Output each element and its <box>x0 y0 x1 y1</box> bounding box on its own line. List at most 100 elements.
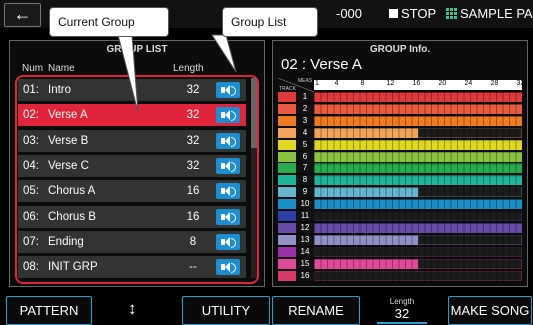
stop-status: STOP <box>389 6 436 21</box>
measure-tick: 4 <box>334 80 339 87</box>
grid-pad-icon <box>446 8 457 19</box>
track-number[interactable]: 8 <box>296 175 314 186</box>
current-group-name: 02 : Verse A <box>281 56 362 73</box>
group-list-highlight <box>15 75 259 284</box>
pattern-button[interactable]: PATTERN <box>6 296 92 325</box>
group-info-panel: GROUP Info. 02 : Verse A MEAS TRACK 1481… <box>272 40 528 287</box>
group-list-title: GROUP LIST <box>106 44 168 55</box>
track-color-swatch <box>278 246 296 257</box>
track-color-swatch <box>278 92 296 102</box>
track-number[interactable]: 12 <box>296 222 314 233</box>
length-value: 32 <box>394 306 410 321</box>
track-pattern-fill <box>314 222 522 233</box>
make-song-button[interactable]: MAKE SONG <box>448 296 532 325</box>
track-color-swatch <box>278 270 296 281</box>
track-row[interactable] <box>314 92 522 102</box>
track-number[interactable]: 6 <box>296 151 314 162</box>
measure-tick: 28 <box>490 80 499 87</box>
rename-button[interactable]: RENAME <box>272 296 360 325</box>
track-row[interactable] <box>314 222 522 233</box>
track-color-swatch <box>278 115 296 126</box>
track-color-swatch <box>278 139 296 150</box>
track-row[interactable] <box>314 139 522 150</box>
track-pattern-fill <box>314 175 522 186</box>
meas-label: MEAS <box>298 78 313 84</box>
track-pattern-empty <box>418 258 522 269</box>
sample-pad-status[interactable]: SAMPLE PAD <box>446 6 533 21</box>
col-num-header: Num <box>22 63 44 74</box>
length-control[interactable]: Length 32 <box>363 296 441 325</box>
stop-square-icon <box>389 9 398 18</box>
measure-ruler: 1 4 8 12 16 20 24 28 32 <box>314 80 525 90</box>
track-row[interactable] <box>314 187 522 198</box>
sample-pad-label: SAMPLE PAD <box>460 6 533 21</box>
track-pattern-fill <box>314 187 418 198</box>
track-pattern-empty <box>418 187 522 198</box>
track-row[interactable] <box>314 211 522 221</box>
track-color-swatch <box>278 234 296 245</box>
track-number[interactable]: 5 <box>296 139 314 150</box>
track-number[interactable]: 13 <box>296 234 314 245</box>
track-pattern-empty <box>314 211 522 221</box>
track-row[interactable] <box>314 103 522 114</box>
track-row[interactable] <box>314 234 522 245</box>
track-number[interactable]: 10 <box>296 199 314 210</box>
current-group-callout: Current Group <box>49 7 169 37</box>
track-number[interactable]: 4 <box>296 127 314 138</box>
col-length-header: Length <box>173 63 204 74</box>
up-down-arrow-icon[interactable]: ↕ <box>128 299 137 319</box>
track-color-swatch <box>278 199 296 210</box>
track-row[interactable] <box>314 258 522 269</box>
stop-label: STOP <box>401 6 437 21</box>
measure-tick: 1 <box>315 80 319 87</box>
measure-tick: 12 <box>386 80 395 87</box>
measure-tick: 24 <box>464 80 473 87</box>
track-color-swatch <box>278 187 296 198</box>
track-pattern-empty <box>418 127 522 138</box>
track-pattern-fill <box>314 103 522 114</box>
track-pattern-empty <box>418 234 522 245</box>
group-list-panel: GROUP LIST Num Name Length 01: Intro 32 02:… <box>9 40 265 287</box>
measure-tick: 20 <box>438 80 447 87</box>
track-color-swatch <box>278 151 296 162</box>
group-info-title: GROUP Info. <box>369 44 431 55</box>
measure-tick: 32 <box>516 80 525 87</box>
measure-tick: 16 <box>412 80 421 87</box>
track-pattern-fill <box>314 234 418 245</box>
group-list-callout: Group List <box>222 7 318 37</box>
track-number[interactable]: 7 <box>296 163 314 174</box>
track-number[interactable]: 1 <box>296 92 314 102</box>
track-color-swatch <box>278 258 296 269</box>
track-row[interactable] <box>314 115 522 126</box>
track-row[interactable] <box>314 127 522 138</box>
track-color-swatch <box>278 211 296 221</box>
track-pattern-empty <box>314 246 522 257</box>
track-number[interactable]: 3 <box>296 115 314 126</box>
track-number[interactable]: 14 <box>296 246 314 257</box>
track-color-swatch <box>278 222 296 233</box>
track-row[interactable] <box>314 175 522 186</box>
utility-button[interactable]: UTILITY <box>182 296 270 325</box>
track-row[interactable] <box>314 270 522 281</box>
track-color-swatch <box>278 175 296 186</box>
track-row[interactable] <box>314 151 522 162</box>
track-row[interactable] <box>314 163 522 174</box>
track-pattern-fill <box>314 139 522 150</box>
track-number[interactable]: 16 <box>296 270 314 281</box>
bottom-bar: PATTERN ↕ UTILITY RENAME Length 32 MAKE … <box>0 296 533 325</box>
track-pattern-fill <box>314 258 418 269</box>
track-color-swatch <box>278 163 296 174</box>
back-arrow-icon: ← <box>13 4 32 24</box>
track-pattern-fill <box>314 92 522 102</box>
length-underline <box>377 322 427 324</box>
track-number[interactable]: 2 <box>296 103 314 114</box>
track-grid: MEAS TRACK 1 4 8 12 16 20 24 28 32 1 2 3 4 5 6 7 8 9 10 11… <box>278 78 525 283</box>
track-row[interactable] <box>314 199 522 210</box>
track-number[interactable]: 15 <box>296 258 314 269</box>
track-number[interactable]: 9 <box>296 187 314 198</box>
back-button[interactable]: ← <box>4 3 41 27</box>
track-color-swatch <box>278 103 296 114</box>
track-row[interactable] <box>314 246 522 257</box>
track-pattern-fill <box>314 163 522 174</box>
track-number[interactable]: 11 <box>296 211 314 221</box>
